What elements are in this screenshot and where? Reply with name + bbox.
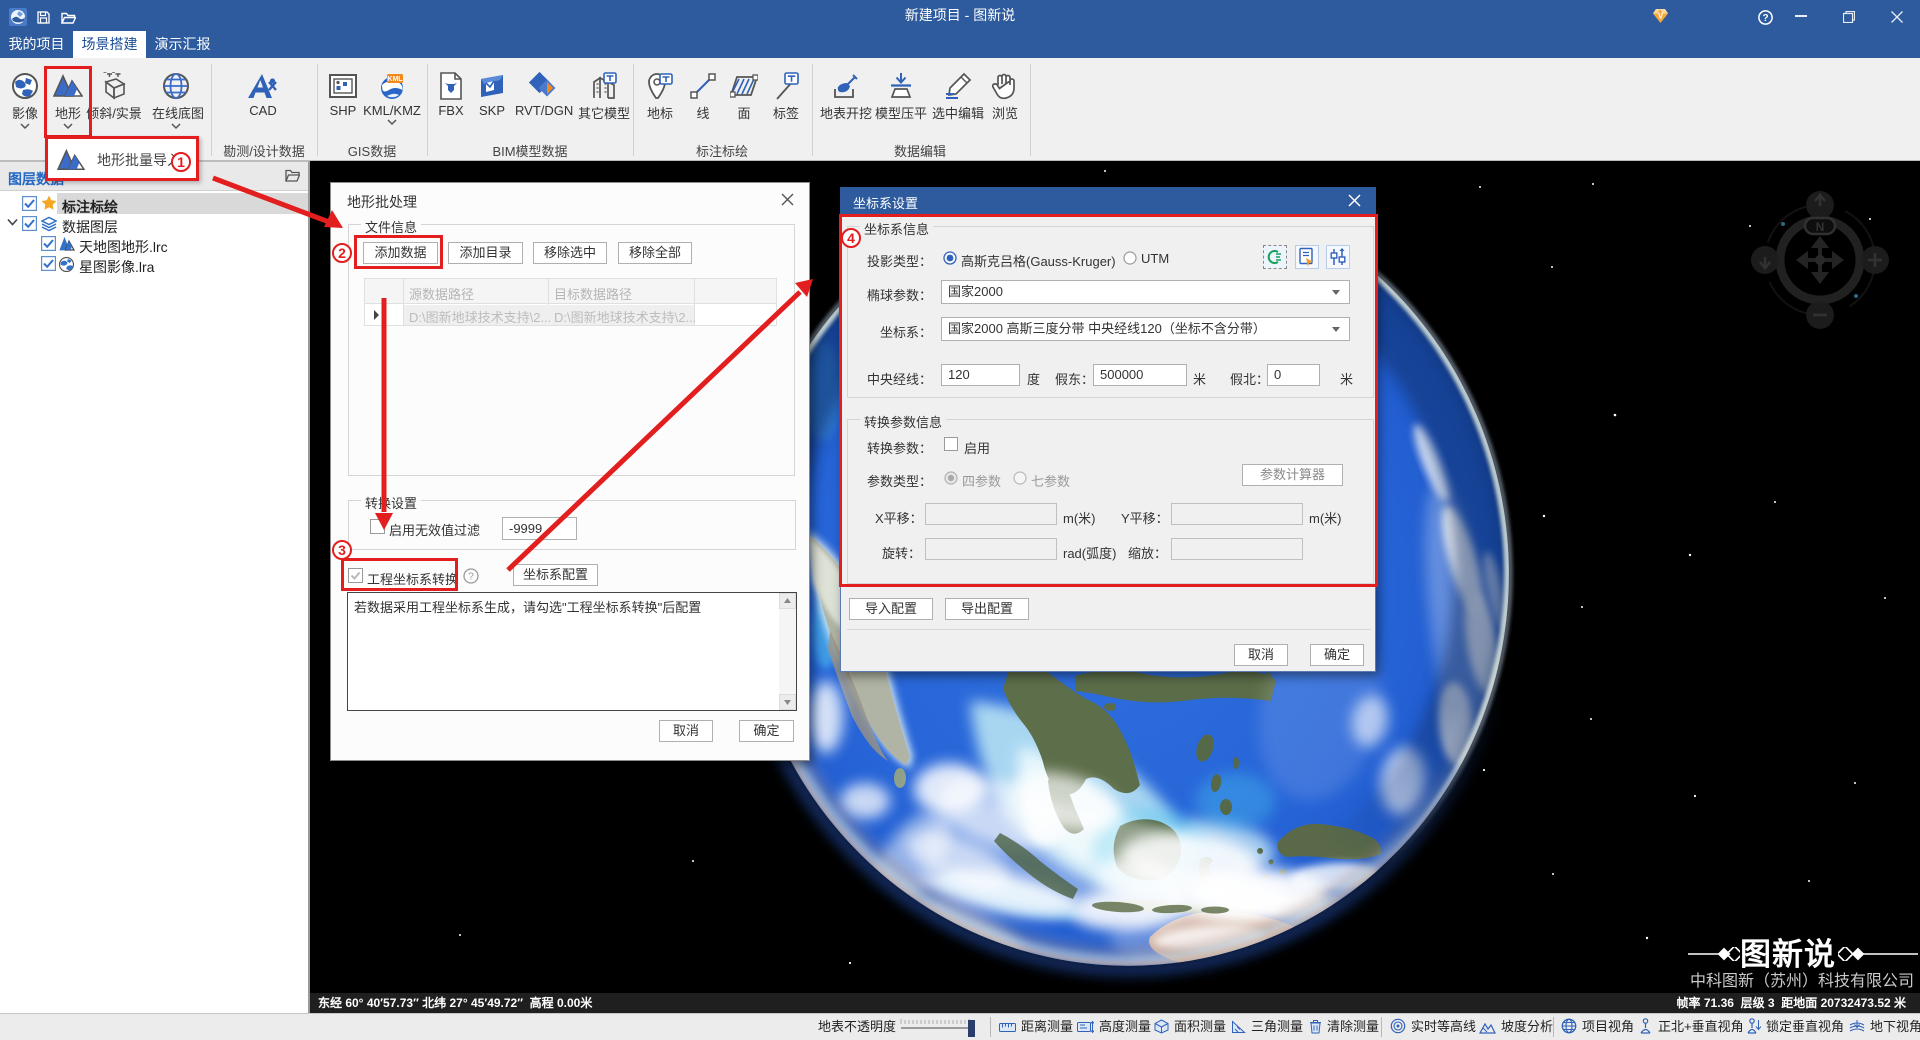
svg-text:?: ? <box>1762 13 1768 24</box>
svg-text:N: N <box>1816 220 1825 234</box>
svg-text:?: ? <box>468 572 474 583</box>
svg-text:KML: KML <box>387 76 403 83</box>
svg-text:V: V <box>1658 12 1664 21</box>
